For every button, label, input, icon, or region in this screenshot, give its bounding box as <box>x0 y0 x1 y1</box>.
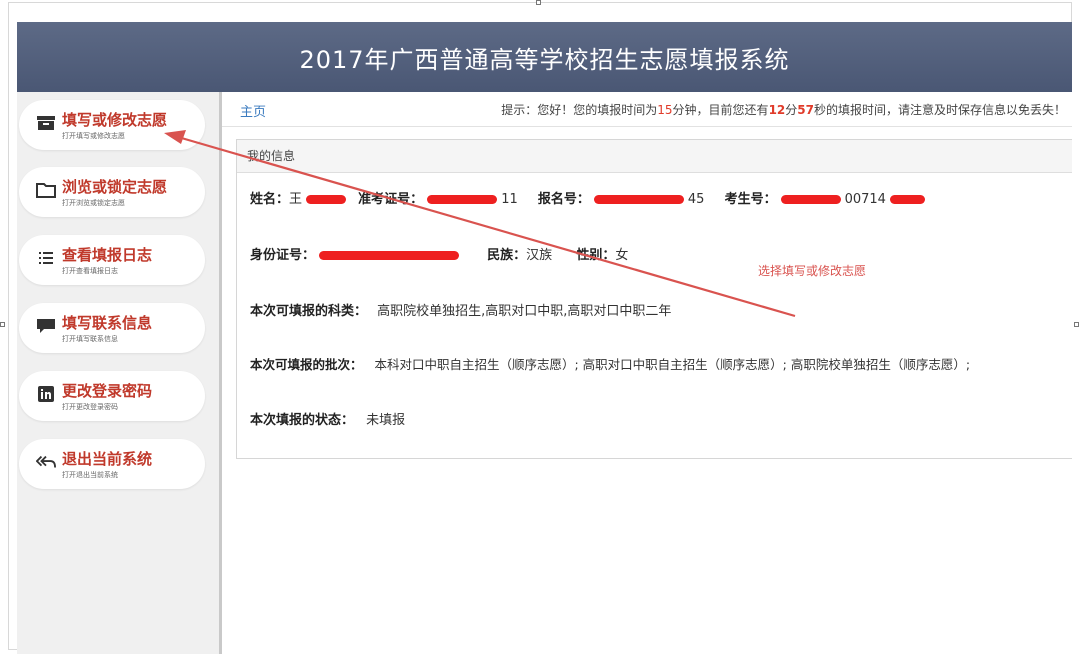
annotation-arrow-line <box>177 135 796 318</box>
annotation-arrow-head <box>164 130 186 144</box>
annotation-arrow <box>164 130 796 318</box>
